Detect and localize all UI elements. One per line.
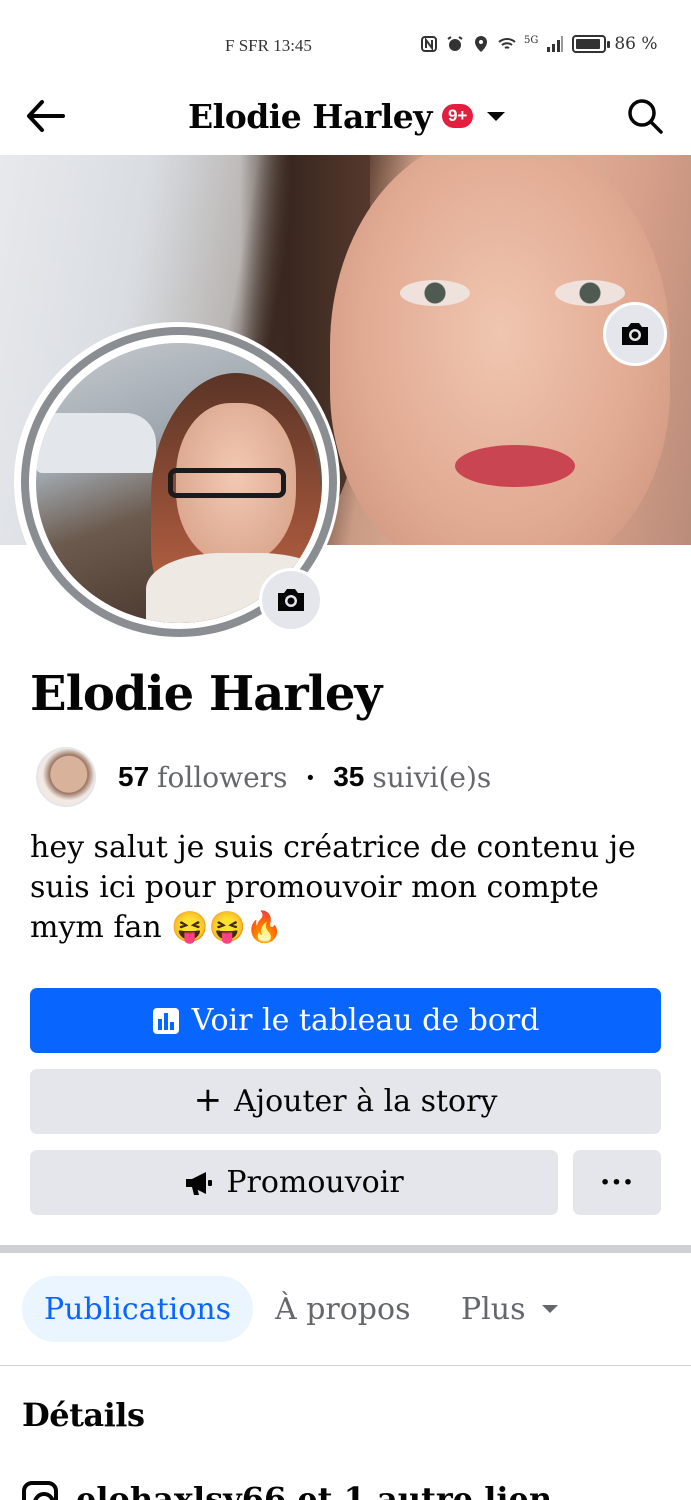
plus-icon: +	[193, 1079, 223, 1120]
following-count: 35	[333, 761, 365, 792]
separator-dot: ·	[305, 760, 316, 794]
status-carrier-time: F SFR 13:45	[225, 36, 312, 55]
tab-more[interactable]: Plus	[439, 1276, 580, 1342]
add-story-label: Ajouter à la story	[234, 1084, 498, 1119]
follower-avatar	[36, 747, 96, 807]
section-divider	[0, 1245, 691, 1253]
status-bar: F SFR 13:45 5G 86 %	[0, 0, 691, 80]
follow-stats: 57 followers · 35 suivi(e)s	[118, 761, 491, 794]
megaphone-icon	[186, 1171, 213, 1195]
battery-icon	[572, 35, 611, 53]
promote-label: Promouvoir	[226, 1165, 404, 1200]
cover-decoration	[455, 445, 575, 487]
followers-row[interactable]: 57 followers · 35 suivi(e)s	[36, 746, 491, 808]
tabs-divider	[0, 1365, 691, 1366]
cover-decoration	[400, 280, 470, 306]
profile-switcher[interactable]: Elodie Harley 9+	[188, 94, 506, 138]
details-link-text: elohaxlsy66 et 1 autre lien	[76, 1480, 553, 1500]
nav-title: Elodie Harley	[188, 96, 432, 136]
top-nav: Elodie Harley 9+	[0, 80, 691, 155]
cover-decoration	[555, 280, 625, 306]
tab-label: À propos	[275, 1291, 411, 1327]
profile-tabs: Publications À propos Plus	[0, 1276, 691, 1344]
dashboard-icon	[152, 1007, 179, 1034]
tab-publications[interactable]: Publications	[22, 1276, 254, 1342]
followers-count: 57	[118, 761, 150, 792]
search-button[interactable]	[623, 94, 667, 138]
nfc-icon	[421, 36, 437, 52]
camera-icon	[622, 323, 648, 345]
tab-about[interactable]: À propos	[253, 1276, 432, 1342]
notification-badge: 9+	[441, 104, 474, 128]
arrow-left-icon	[27, 100, 65, 132]
more-options-button[interactable]: ···	[573, 1150, 661, 1215]
details-title: Détails	[22, 1396, 145, 1434]
wifi-icon	[498, 38, 516, 49]
caret-down-icon	[487, 111, 506, 121]
profile-name: Elodie Harley	[30, 666, 382, 722]
back-button[interactable]	[20, 94, 70, 138]
profile-bio: hey salut je suis créatrice de contenu j…	[30, 830, 636, 945]
details-link-row[interactable]: elohaxlsy66 et 1 autre lien	[22, 1480, 552, 1500]
camera-icon	[278, 589, 304, 611]
signal-icon	[547, 36, 564, 52]
followers-label: followers	[157, 760, 288, 794]
edit-avatar-button[interactable]	[259, 568, 323, 632]
network-type: 5G	[524, 34, 539, 46]
location-icon	[475, 36, 487, 52]
instagram-icon	[22, 1481, 58, 1500]
more-icon: ···	[599, 1165, 635, 1200]
add-story-button[interactable]: + Ajouter à la story	[30, 1069, 661, 1134]
tab-label: Plus	[461, 1291, 526, 1327]
dashboard-button[interactable]: Voir le tableau de bord	[30, 988, 661, 1053]
battery-level: 86 %	[614, 34, 658, 54]
tab-label: Publications	[44, 1291, 232, 1327]
search-icon	[628, 99, 663, 134]
status-icons: 5G 86 %	[420, 34, 658, 54]
alarm-icon	[447, 36, 463, 51]
caret-down-icon	[541, 1305, 558, 1313]
edit-cover-button[interactable]	[603, 302, 667, 366]
dashboard-label: Voir le tableau de bord	[191, 1003, 540, 1038]
following-label: suivi(e)s	[372, 760, 492, 794]
promote-button[interactable]: Promouvoir	[30, 1150, 558, 1215]
